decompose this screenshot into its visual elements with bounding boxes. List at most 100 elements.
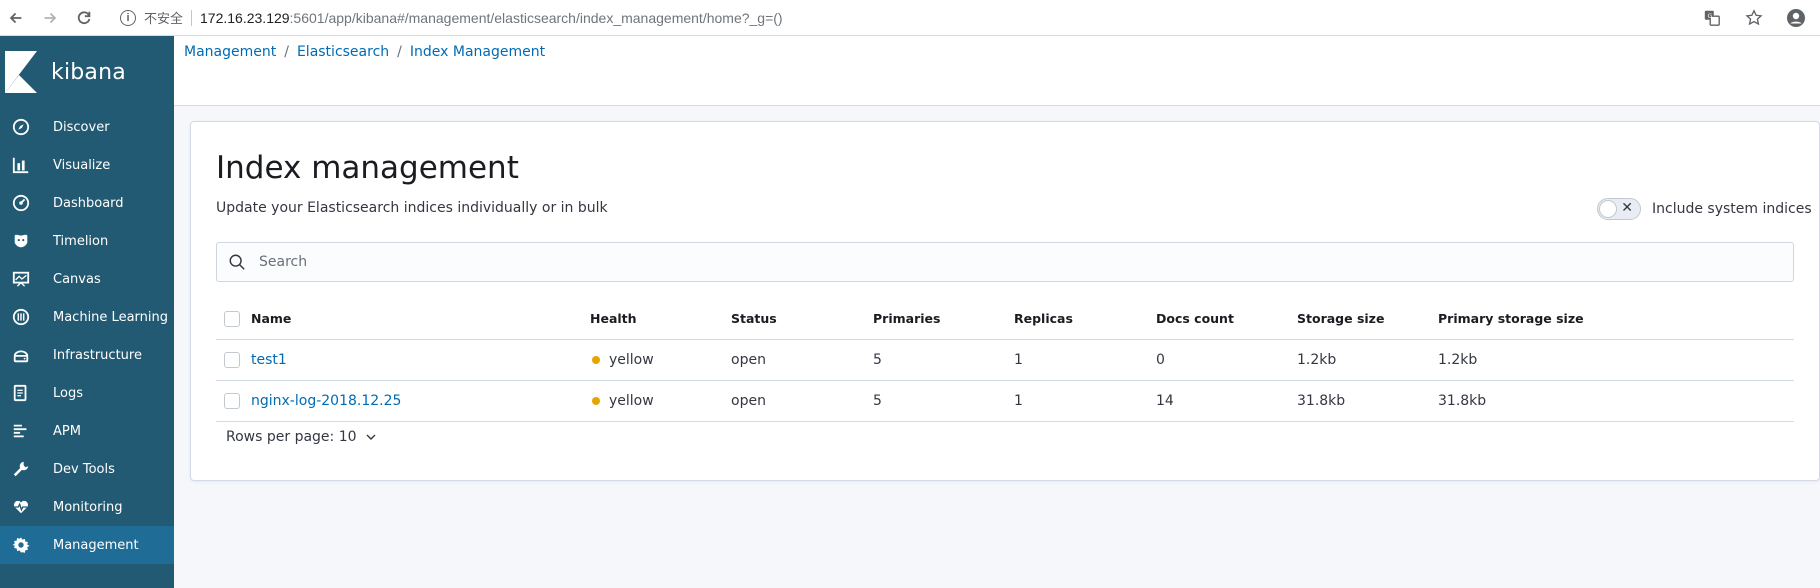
chevron-down-icon bbox=[366, 434, 376, 440]
row-checkbox[interactable] bbox=[224, 352, 240, 368]
sidebar-item-management[interactable]: Management bbox=[0, 526, 174, 564]
column-header-primary-storage-size[interactable]: Primary storage size bbox=[1438, 311, 1584, 326]
column-header-primaries[interactable]: Primaries bbox=[873, 311, 940, 326]
toggle-label: Include system indices bbox=[1652, 201, 1812, 217]
primaries-cell: 5 bbox=[873, 352, 882, 368]
rows-per-page-label: Rows per page: 10 bbox=[226, 429, 357, 445]
star-icon[interactable] bbox=[1740, 4, 1768, 32]
sidebar-item-apm[interactable]: APM bbox=[0, 412, 174, 450]
primaries-cell: 5 bbox=[873, 393, 882, 409]
heartbeat-icon bbox=[11, 497, 31, 517]
index-name-link[interactable]: nginx-log-2018.12.25 bbox=[251, 393, 401, 409]
svg-text:G: G bbox=[1708, 13, 1713, 20]
infrastructure-icon bbox=[11, 345, 31, 365]
bar-chart-icon bbox=[11, 155, 31, 175]
logs-icon bbox=[11, 383, 31, 403]
sidebar-item-label: Infrastructure bbox=[53, 347, 142, 363]
sidebar-item-label: Logs bbox=[53, 385, 83, 401]
browser-toolbar: i 不安全 172.16.23.129:5601/app/kibana#/man… bbox=[0, 0, 1820, 36]
brand-name: kibana bbox=[51, 59, 126, 85]
url-path: :5601/app/kibana#/management/elasticsear… bbox=[289, 9, 783, 26]
breadcrumb-separator: / bbox=[284, 44, 289, 60]
search-icon bbox=[227, 252, 247, 272]
timelion-icon bbox=[11, 231, 31, 251]
url-host: 172.16.23.129 bbox=[200, 9, 290, 26]
breadcrumb-separator: / bbox=[397, 44, 402, 60]
index-management-panel: Index management Update your Elasticsear… bbox=[190, 121, 1820, 481]
page-subtitle: Update your Elasticsearch indices indivi… bbox=[216, 200, 608, 216]
search-input[interactable] bbox=[259, 254, 1759, 270]
info-icon[interactable]: i bbox=[120, 9, 136, 26]
health-cell: yellow bbox=[592, 352, 654, 368]
column-header-docs-count[interactable]: Docs count bbox=[1156, 311, 1234, 326]
sidebar-item-monitoring[interactable]: Monitoring bbox=[0, 488, 174, 526]
account-icon[interactable] bbox=[1782, 4, 1810, 32]
gear-icon bbox=[11, 535, 31, 555]
sidebar-item-infrastructure[interactable]: Infrastructure bbox=[0, 336, 174, 374]
column-header-storage-size[interactable]: Storage size bbox=[1297, 311, 1384, 326]
sidebar-item-label: Dev Tools bbox=[53, 461, 115, 477]
address-bar[interactable]: i 不安全 172.16.23.129:5601/app/kibana#/man… bbox=[120, 8, 783, 27]
kibana-brand[interactable]: kibana bbox=[0, 36, 174, 108]
sidebar-item-machine-learning[interactable]: Machine Learning bbox=[0, 298, 174, 336]
machine-learning-icon bbox=[11, 307, 31, 327]
search-box[interactable] bbox=[216, 242, 1794, 282]
back-icon[interactable] bbox=[2, 4, 30, 32]
health-dot-icon bbox=[592, 397, 600, 405]
select-all-checkbox[interactable] bbox=[224, 310, 240, 327]
sidebar-item-dashboard[interactable]: Dashboard bbox=[0, 184, 174, 222]
sidebar-item-label: Dashboard bbox=[53, 195, 124, 211]
sidebar-item-label: Canvas bbox=[53, 271, 101, 287]
breadcrumb: Management / Elasticsearch / Index Manag… bbox=[184, 44, 545, 60]
sidebar-item-label: APM bbox=[53, 423, 81, 439]
kibana-logo-icon bbox=[5, 51, 37, 93]
breadcrumb-index-management[interactable]: Index Management bbox=[410, 44, 545, 60]
sidebar-item-canvas[interactable]: Canvas bbox=[0, 260, 174, 298]
health-value: yellow bbox=[609, 352, 654, 368]
sidebar-item-dev-tools[interactable]: Dev Tools bbox=[0, 450, 174, 488]
dashboard-icon bbox=[11, 193, 31, 213]
column-header-status[interactable]: Status bbox=[731, 311, 777, 326]
table-row[interactable]: nginx-log-2018.12.25 yellow open 5 1 14 … bbox=[216, 381, 1794, 422]
primary-storage-size-cell: 31.8kb bbox=[1438, 393, 1487, 409]
column-header-health[interactable]: Health bbox=[590, 311, 637, 326]
sidebar-item-label: Monitoring bbox=[53, 499, 123, 515]
reload-icon[interactable] bbox=[70, 4, 98, 32]
storage-size-cell: 1.2kb bbox=[1297, 352, 1337, 368]
docs-count-cell: 14 bbox=[1156, 393, 1174, 409]
forward-icon[interactable] bbox=[36, 4, 64, 32]
page-title: Index management bbox=[216, 150, 519, 186]
breadcrumb-management[interactable]: Management bbox=[184, 44, 276, 60]
toggle-switch[interactable]: ✕ bbox=[1597, 198, 1641, 220]
rows-per-page-selector[interactable]: Rows per page: 10 bbox=[226, 429, 377, 445]
apm-icon bbox=[11, 421, 31, 441]
sidebar-item-logs[interactable]: Logs bbox=[0, 374, 174, 412]
table-header-row: Name Health Status Primaries Replicas Do… bbox=[216, 298, 1794, 340]
primary-storage-size-cell: 1.2kb bbox=[1438, 352, 1478, 368]
insecure-label: 不安全 bbox=[144, 11, 184, 26]
sidebar-item-label: Timelion bbox=[53, 233, 109, 249]
breadcrumb-bar: Management / Elasticsearch / Index Manag… bbox=[174, 36, 1820, 106]
sidebar-item-discover[interactable]: Discover bbox=[0, 108, 174, 146]
health-cell: yellow bbox=[592, 393, 654, 409]
indices-table: Name Health Status Primaries Replicas Do… bbox=[216, 298, 1794, 422]
toggle-knob bbox=[1599, 200, 1617, 218]
sidebar-item-label: Machine Learning bbox=[53, 309, 168, 325]
docs-count-cell: 0 bbox=[1156, 352, 1165, 368]
system-indices-toggle[interactable]: ✕ Include system indices bbox=[1597, 198, 1812, 220]
sidebar-item-visualize[interactable]: Visualize bbox=[0, 146, 174, 184]
column-header-replicas[interactable]: Replicas bbox=[1014, 311, 1073, 326]
sidebar-item-label: Visualize bbox=[53, 157, 111, 173]
canvas-icon bbox=[11, 269, 31, 289]
sidebar-item-label: Discover bbox=[53, 119, 110, 135]
sidebar-item-timelion[interactable]: Timelion bbox=[0, 222, 174, 260]
table-row[interactable]: test1 yellow open 5 1 0 1.2kb 1.2kb bbox=[216, 340, 1794, 381]
breadcrumb-elasticsearch[interactable]: Elasticsearch bbox=[297, 44, 389, 60]
column-header-name[interactable]: Name bbox=[251, 311, 291, 326]
status-cell: open bbox=[731, 352, 766, 368]
row-checkbox[interactable] bbox=[224, 393, 240, 409]
index-name-link[interactable]: test1 bbox=[251, 352, 287, 368]
translate-icon[interactable]: G bbox=[1698, 4, 1726, 32]
storage-size-cell: 31.8kb bbox=[1297, 393, 1346, 409]
sidebar: kibana Discover Visualize Dashboard Time… bbox=[0, 36, 174, 588]
